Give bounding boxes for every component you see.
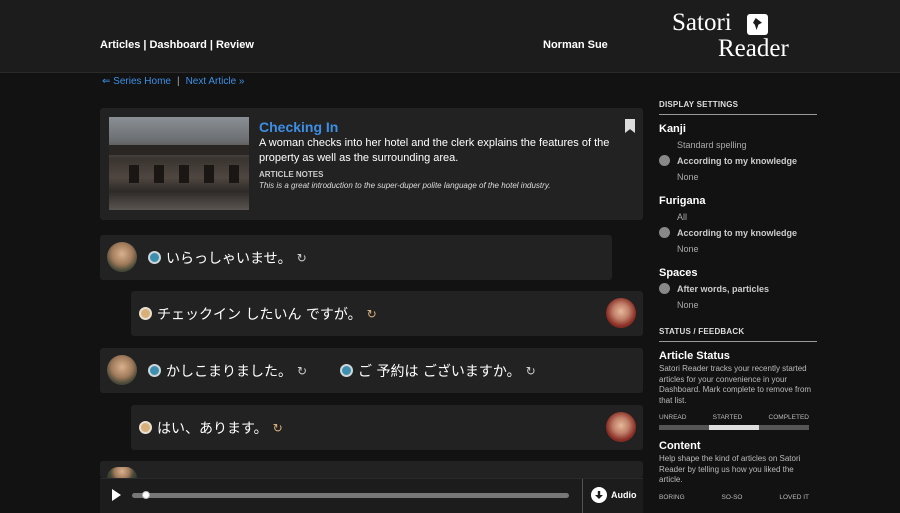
content-title: Content (659, 440, 701, 452)
kanji-option-standard[interactable]: Standard spelling (659, 140, 817, 151)
article-notes-label: ARTICLE NOTES (259, 170, 324, 179)
speaker-avatar-female (606, 298, 636, 328)
radio-icon[interactable] (659, 227, 670, 238)
play-circle-icon[interactable] (148, 364, 161, 377)
speaker-avatar-female (606, 412, 636, 442)
status-feedback-heading: STATUS / FEEDBACK (659, 327, 817, 342)
loop-icon[interactable]: ↻ (526, 364, 536, 378)
play-circle-icon[interactable] (148, 251, 161, 264)
article-thumbnail (109, 117, 249, 210)
article-status-title: Article Status (659, 350, 730, 362)
play-circle-icon[interactable] (139, 307, 152, 320)
furigana-option-all[interactable]: All (659, 212, 817, 223)
article-title: Checking In (259, 119, 339, 135)
breadcrumb: ⇐ Series Home | Next Article » (102, 76, 245, 87)
transcript-line: はい、あります。 ↻ (131, 405, 643, 450)
logo-text-line2: Reader (718, 35, 789, 62)
status-labels: UNREAD STARTED COMPLETED (659, 414, 809, 421)
status-completed-label[interactable]: COMPLETED (769, 414, 809, 421)
status-started-label[interactable]: STARTED (713, 414, 743, 421)
status-segment-started[interactable] (709, 425, 759, 430)
sentence-text[interactable]: ご 予約は ございますか。 (358, 361, 521, 381)
nav-separator: | (143, 39, 147, 51)
content-rating-labels: BORING SO-SO LOVED IT (659, 494, 809, 501)
audio-scrubber[interactable] (132, 493, 569, 498)
nav-dashboard[interactable]: Dashboard (149, 39, 206, 51)
audio-player: Audio (100, 478, 643, 513)
transcript-line: チェックイン したいん ですが。 ↻ (131, 291, 643, 336)
nav-separator: | (209, 39, 213, 51)
article-header-card: Checking In A woman checks into her hote… (100, 108, 643, 220)
radio-icon[interactable] (659, 155, 670, 166)
rating-loved-label[interactable]: LOVED IT (779, 494, 809, 501)
article-notes-text: This is a great introduction to the supe… (259, 181, 551, 190)
audio-download-label[interactable]: Audio (611, 490, 637, 500)
article-description: A woman checks into her hotel and the cl… (259, 137, 610, 164)
play-icon[interactable] (112, 489, 121, 501)
speaker-avatar-male (107, 355, 137, 385)
kanji-option-none[interactable]: None (659, 172, 817, 183)
spaces-option-after-words[interactable]: After words, particles (659, 283, 817, 295)
download-icon[interactable] (591, 487, 607, 503)
spaces-option-none[interactable]: None (659, 300, 817, 311)
loop-icon[interactable]: ↻ (297, 251, 307, 265)
status-selector[interactable] (659, 425, 809, 430)
logo-bird-icon (747, 14, 768, 35)
furigana-option-none[interactable]: None (659, 244, 817, 255)
kanji-setting: Kanji Standard spelling According to my … (659, 123, 817, 183)
logo-text-line1: Satori (672, 9, 732, 36)
transcript-line: かしこまりました。 ↻ ご 予約は ございますか。 ↻ (100, 348, 643, 393)
nav-review[interactable]: Review (216, 39, 254, 51)
play-circle-icon[interactable] (340, 364, 353, 377)
play-circle-icon[interactable] (139, 421, 152, 434)
sentence-text[interactable]: かしこまりました。 (166, 361, 292, 381)
radio-icon[interactable] (659, 283, 670, 294)
user-name[interactable]: Norman Sue (543, 39, 608, 51)
content-text: Help shape the kind of articles on Sator… (659, 454, 801, 484)
speaker-avatar-male (107, 467, 137, 478)
loop-icon[interactable]: ↻ (367, 307, 377, 321)
kanji-label: Kanji (659, 123, 686, 135)
satori-reader-logo[interactable]: Satori Reader (672, 9, 789, 62)
bookmark-icon[interactable] (625, 119, 635, 133)
furigana-option-knowledge[interactable]: According to my knowledge (659, 227, 817, 239)
sentence-text[interactable]: チェックイン したいん ですが。 (157, 304, 362, 324)
kanji-option-knowledge[interactable]: According to my knowledge (659, 155, 817, 167)
series-home-link[interactable]: ⇐ Series Home (102, 76, 171, 87)
spaces-label: Spaces (659, 267, 698, 279)
next-article-link[interactable]: Next Article » (186, 76, 245, 87)
furigana-label: Furigana (659, 195, 706, 207)
sentence-segment[interactable]: ご 予約は ございますか。 ↻ (340, 348, 536, 393)
sentence-segment[interactable]: はい、あります。 ↻ (139, 405, 283, 450)
spaces-setting: Spaces After words, particles None (659, 267, 817, 311)
rating-soso-label[interactable]: SO-SO (722, 494, 743, 501)
top-bar: Articles | Dashboard | Review Norman Sue… (0, 0, 900, 73)
speaker-avatar-male (107, 242, 137, 272)
sentence-text[interactable]: はい、あります。 (157, 418, 268, 438)
loop-icon[interactable]: ↻ (297, 364, 307, 378)
sidebar: DISPLAY SETTINGS Kanji Standard spelling… (659, 100, 817, 501)
status-segment-completed[interactable] (759, 425, 809, 430)
breadcrumb-separator: | (176, 76, 180, 87)
display-settings-heading: DISPLAY SETTINGS (659, 100, 817, 115)
main-nav: Articles | Dashboard | Review (100, 39, 254, 51)
rating-boring-label[interactable]: BORING (659, 494, 685, 501)
sentence-text[interactable]: いらっしゃいませ。 (166, 248, 292, 268)
transcript-line (100, 461, 643, 478)
sentence-segment[interactable]: いらっしゃいませ。 ↻ (148, 235, 307, 280)
player-divider (582, 479, 583, 513)
transcript-line: いらっしゃいませ。 ↻ (100, 235, 612, 280)
sentence-segment[interactable]: チェックイン したいん ですが。 ↻ (139, 291, 377, 336)
furigana-setting: Furigana All According to my knowledge N… (659, 195, 817, 255)
status-unread-label[interactable]: UNREAD (659, 414, 686, 421)
nav-articles[interactable]: Articles (100, 39, 140, 51)
sentence-segment[interactable]: かしこまりました。 ↻ (148, 348, 307, 393)
status-segment-unread[interactable] (659, 425, 709, 430)
article-status-text: Satori Reader tracks your recently start… (659, 364, 812, 405)
loop-icon[interactable]: ↻ (273, 421, 283, 435)
